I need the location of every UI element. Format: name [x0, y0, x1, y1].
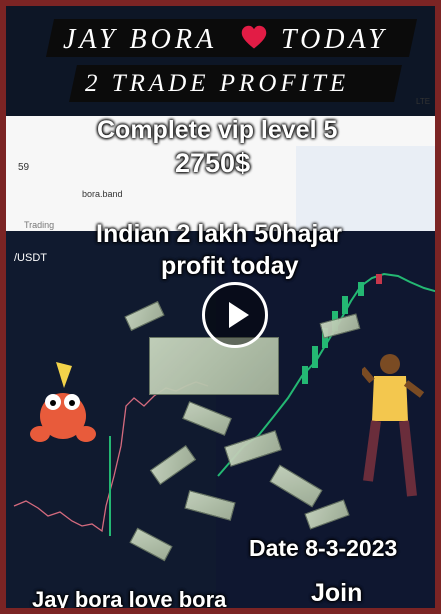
play-icon: [229, 302, 249, 328]
dancing-person-sticker: [362, 354, 424, 497]
footer-left-text: Jay bora love bora: [32, 587, 227, 612]
date-text: Date 8-3-2023: [249, 535, 398, 561]
profit-today-text: profit today: [161, 252, 299, 280]
video-frame[interactable]: JAY BORA TODAY 2 TRADE PROFITE 59 bora.b…: [0, 0, 441, 614]
crab-sticker: [30, 362, 96, 442]
join-text[interactable]: Join: [311, 579, 362, 608]
play-button[interactable]: [202, 282, 268, 348]
amount-text: 2750$: [175, 148, 251, 178]
money-bill-main: [149, 337, 279, 395]
indian-profit-text: Indian 2 lakh 50hajar: [96, 220, 342, 248]
vip-text: Complete vip level 5: [97, 116, 338, 144]
